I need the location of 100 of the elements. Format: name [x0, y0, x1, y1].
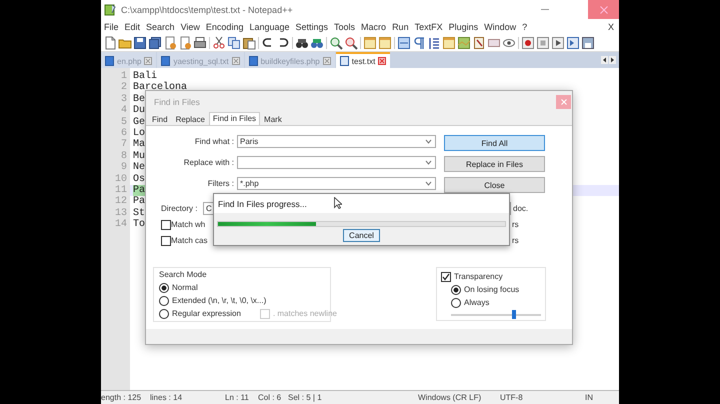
group-title: Search Mode — [159, 270, 208, 281]
line-text: Barcelona — [133, 82, 188, 94]
line-number: 12 — [114, 196, 128, 208]
checkbox[interactable] — [441, 272, 451, 282]
play-icon[interactable] — [551, 36, 565, 50]
tab-label: test.txt — [352, 56, 376, 66]
tab-label: buildkeyfiles.php — [260, 56, 320, 66]
record-icon[interactable] — [521, 36, 535, 50]
line-text: Bali — [133, 71, 158, 82]
line-number: 2 — [120, 82, 128, 94]
tick-icon — [442, 272, 450, 280]
radio-label: Normal — [172, 283, 198, 292]
line-text: Os — [133, 174, 146, 185]
menu-item[interactable]: File — [104, 22, 119, 32]
menu-item[interactable]: Run — [392, 22, 409, 32]
mouse-pointer-icon — [334, 197, 342, 209]
dialog-button[interactable]: Find All — [444, 135, 545, 151]
line-number: 5 — [120, 116, 128, 128]
arrow-left-icon[interactable] — [601, 56, 608, 64]
file-tab[interactable]: test.txt — [336, 52, 390, 68]
menu-item[interactable]: Plugins — [448, 22, 478, 32]
option-label: doc. — [513, 204, 530, 213]
clipboard-icon[interactable] — [242, 36, 256, 50]
field-label: Replace with : — [182, 157, 235, 169]
radio-label: Extended (\n, \r, \t, \0, \x...) — [172, 296, 266, 305]
close-icon — [560, 99, 566, 105]
document-icon[interactable] — [103, 36, 117, 50]
pilcrow-icon[interactable] — [412, 36, 426, 50]
menu-item[interactable]: View — [180, 22, 200, 32]
indent-guide-icon[interactable] — [427, 36, 441, 50]
radio-button[interactable] — [159, 308, 169, 318]
play-icon[interactable] — [566, 36, 580, 50]
option-label: rs — [512, 236, 520, 245]
disks-icon[interactable] — [148, 36, 162, 50]
radio-button[interactable] — [451, 298, 461, 308]
tab-label: yaesting_sql.txt — [173, 56, 229, 66]
stop-icon[interactable] — [536, 36, 550, 50]
menu-item[interactable]: ? — [522, 22, 528, 32]
slider-thumb[interactable] — [512, 310, 516, 319]
close-document-button[interactable]: X — [608, 22, 614, 32]
file-icon — [248, 56, 258, 66]
window-title: C:\xampp\htdocs\temp\test.txt - Notepad++ — [121, 4, 293, 14]
checkbox[interactable] — [161, 220, 171, 230]
status-text: ength : 125 — [101, 393, 142, 402]
line-number: 11 — [114, 184, 128, 196]
status-text: Ln : 11 — [225, 393, 250, 402]
window-icon[interactable] — [378, 36, 392, 50]
line-number: 7 — [120, 139, 128, 151]
menu-item[interactable]: Window — [484, 22, 516, 32]
menu-item[interactable]: Tools — [334, 22, 356, 32]
caret-icon — [425, 181, 432, 186]
scissors-icon[interactable] — [212, 36, 226, 50]
menu-item[interactable]: TextFX — [414, 22, 443, 32]
menu-item[interactable]: Macro — [361, 22, 386, 32]
arrow-right-icon[interactable] — [609, 56, 616, 64]
magnifier-icon[interactable] — [329, 36, 343, 50]
line-text: St — [133, 208, 146, 219]
copy-icon[interactable] — [227, 36, 241, 50]
magnifier-icon[interactable] — [344, 36, 358, 50]
printer-icon[interactable] — [193, 36, 207, 50]
line-text: Du — [133, 105, 146, 116]
caret-icon — [425, 160, 432, 165]
radio-button[interactable] — [159, 282, 169, 292]
combo-box[interactable]: *.php — [237, 177, 436, 190]
caret-icon — [425, 139, 432, 144]
progress-title: Find In Files progress... — [218, 198, 307, 208]
status-text: IN — [585, 393, 594, 402]
line-text: Pa — [133, 184, 146, 196]
checkbox-label: Transparency — [454, 272, 503, 281]
map-icon[interactable] — [457, 36, 471, 50]
radio-label: Regular expression — [172, 309, 241, 318]
line-number: 3 — [120, 94, 128, 105]
field-label: Directory : — [161, 204, 198, 213]
line-text: Ge — [133, 116, 146, 128]
menu-item[interactable]: Language — [249, 22, 290, 32]
dialog-button[interactable]: Replace in Files — [444, 156, 545, 172]
menu-item[interactable]: Settings — [296, 22, 328, 32]
field-label: Filters : — [206, 178, 235, 190]
dialog-button[interactable]: Close — [444, 177, 545, 193]
notebook-icon[interactable] — [472, 36, 486, 50]
menu-item[interactable]: Search — [146, 22, 175, 32]
menu-item[interactable]: Encoding — [206, 22, 244, 32]
dialog-tab[interactable]: Find in Files — [208, 112, 260, 125]
line-number: 8 — [120, 150, 128, 162]
checkbox[interactable] — [161, 236, 171, 246]
window-icon[interactable] — [397, 36, 411, 50]
line-text: Mu — [133, 150, 146, 162]
radio-button[interactable] — [159, 296, 169, 306]
dialog-tab[interactable]: Replace — [172, 113, 209, 125]
window-icon[interactable] — [363, 36, 377, 50]
dialog-tab[interactable]: Mark — [260, 113, 286, 125]
combo-box[interactable]: Paris — [237, 135, 436, 148]
document-icon[interactable] — [178, 36, 192, 50]
cancel-button[interactable]: Cancel — [343, 229, 380, 242]
dialog-tab[interactable]: Find — [148, 113, 172, 125]
menu-item[interactable]: Edit — [124, 22, 140, 32]
close-icon[interactable] — [378, 57, 386, 65]
line-text: Lo — [133, 128, 146, 139]
radio-button[interactable] — [451, 284, 461, 294]
radio-label: Always — [464, 298, 490, 307]
